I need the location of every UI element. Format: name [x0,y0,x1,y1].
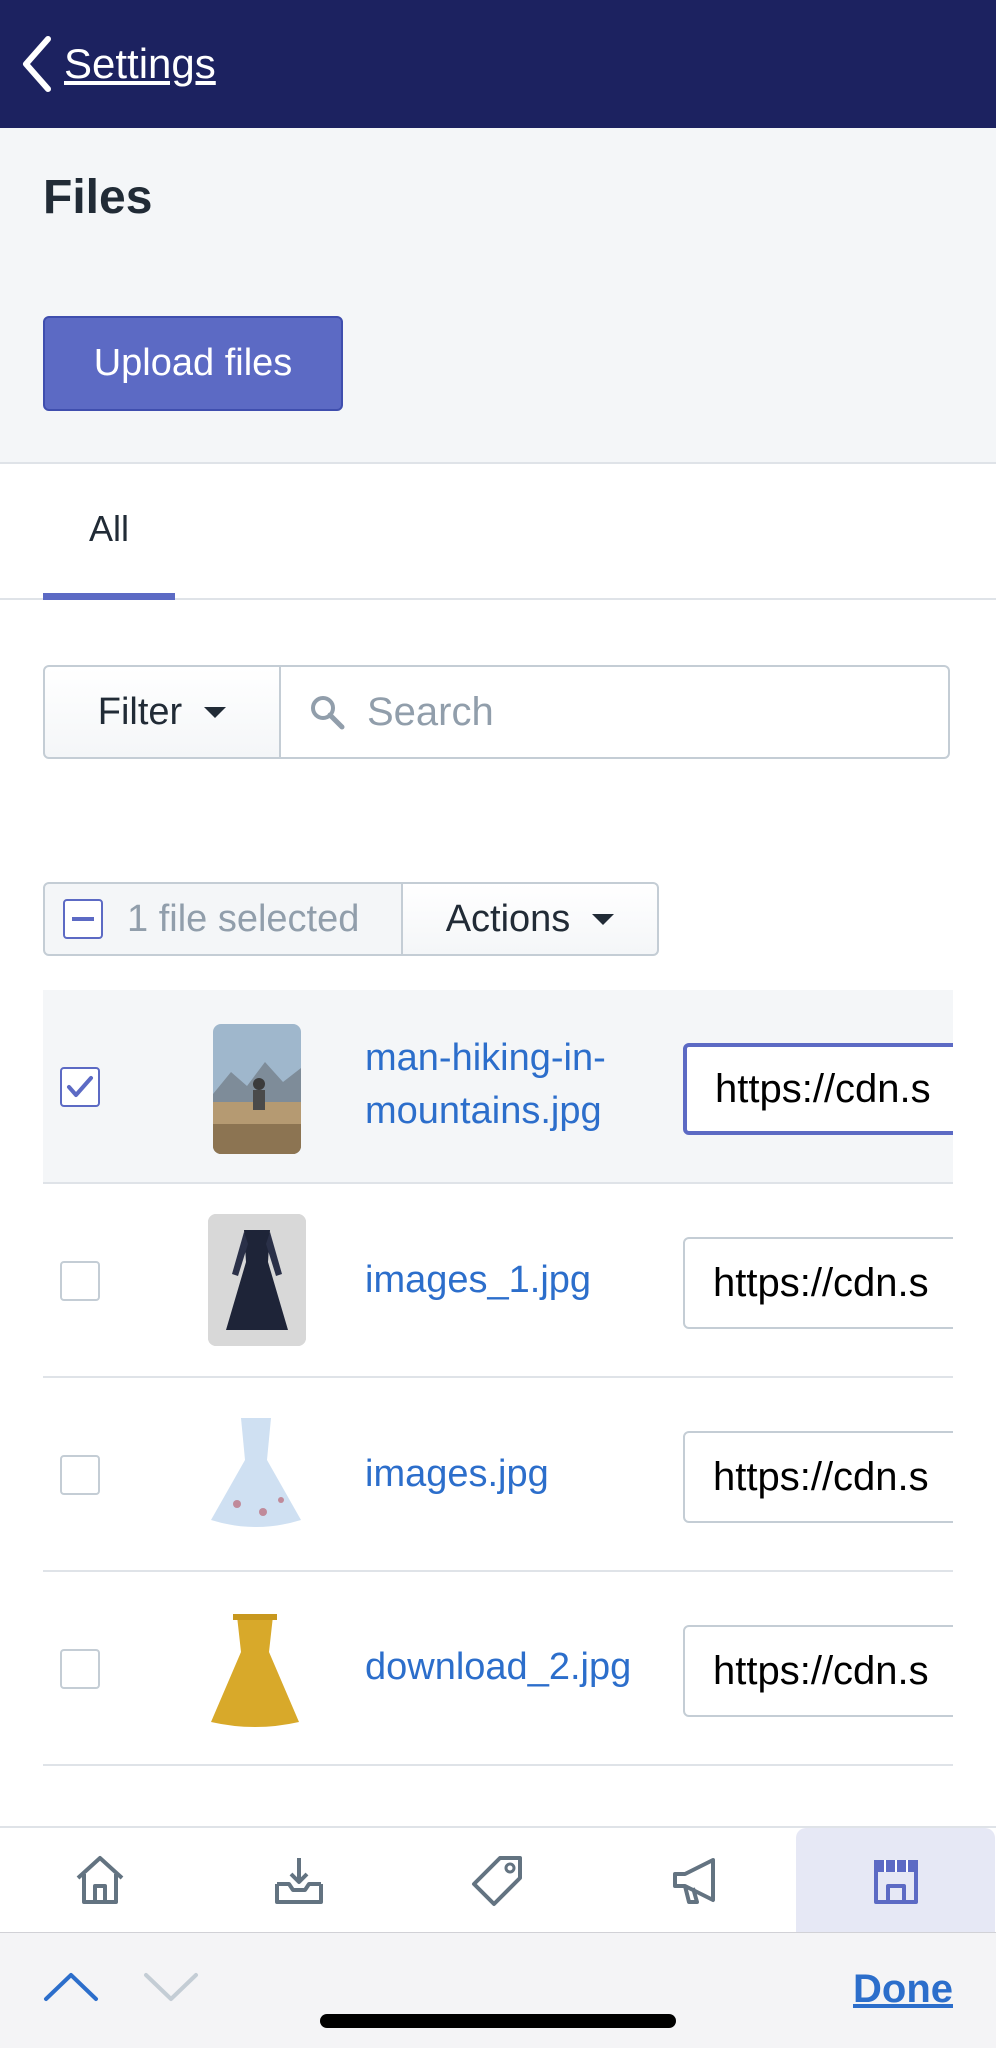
caret-down-icon [204,706,227,718]
navy-dress-thumbnail [208,1214,306,1346]
tabbar-item-store[interactable] [796,1828,995,1932]
home-icon [76,1856,123,1904]
tabbar-item-orders[interactable] [199,1828,398,1932]
file-name-link[interactable]: images_1.jpg [365,1204,635,1356]
caret-down-icon [592,913,615,925]
row-checkbox[interactable] [60,1261,100,1301]
deselect-all-checkbox[interactable] [63,899,103,939]
orders-icon [274,1858,323,1904]
home-indicator [320,2014,676,2028]
bottom-tab-bar [0,1826,996,1932]
row-checkbox[interactable] [60,1649,100,1689]
table-row[interactable]: images.jpg [43,1378,953,1572]
done-button[interactable]: Done [853,1967,953,2012]
chevron-down-icon[interactable] [142,1969,200,2003]
file-name-link[interactable]: download_2.jpg [365,1586,635,1748]
file-url-field[interactable] [683,1625,953,1717]
table-row[interactable]: man-hiking-in-mountains.jpg [43,990,953,1184]
file-name-link[interactable]: man-hiking-in-mountains.jpg [365,1004,635,1166]
photo-thumbnail [213,1024,301,1154]
search-input[interactable] [367,689,927,735]
actions-dropdown[interactable]: Actions [403,882,659,956]
table-row[interactable] [43,1766,953,1825]
filter-button[interactable]: Filter [43,665,281,759]
file-tabs: All [0,464,996,600]
bulk-actions-row: 1 file selected Actions [43,882,659,956]
marketing-icon [672,1858,715,1904]
table-row[interactable]: images_1.jpg [43,1184,953,1378]
page-title: Files [43,171,153,224]
back-to-settings-link[interactable]: Settings [20,35,216,93]
search-field[interactable] [281,665,950,759]
selected-count: 1 file selected [127,897,360,940]
filter-label: Filter [97,690,183,733]
row-checkbox[interactable] [60,1455,100,1495]
back-link-label: Settings [64,40,216,87]
tabbar-item-home[interactable] [0,1828,199,1932]
file-list: man-hiking-in-mountains.jpg images_1.jpg [43,990,953,1825]
file-name-link[interactable]: images.jpg [365,1398,635,1550]
file-url-field[interactable] [683,1043,953,1135]
tabbar-item-products[interactable] [398,1828,597,1932]
yellow-dress-thumbnail [203,1604,307,1734]
tabbar-item-marketing[interactable] [597,1828,796,1932]
table-row[interactable]: download_2.jpg [43,1572,953,1766]
filter-search-row: Filter [43,665,950,759]
file-url-field[interactable] [683,1237,953,1329]
file-url-field[interactable] [683,1431,953,1523]
chevron-up-icon[interactable] [42,1969,100,2003]
search-icon [311,696,345,730]
tab-all[interactable]: All [43,464,175,600]
page-header: Files Upload files [0,128,996,464]
light-blue-dress-thumbnail [201,1408,311,1540]
checkmark-icon [67,1076,93,1097]
top-nav-bar: Settings [0,0,996,128]
row-checkbox[interactable] [60,1067,100,1107]
chevron-left-icon [23,36,51,92]
keyboard-accessory-bar: Done [0,1932,996,2048]
upload-files-button[interactable]: Upload files [43,316,343,411]
actions-label: Actions [445,897,571,940]
bulk-select-toggle[interactable]: 1 file selected [43,882,403,956]
store-icon [873,1860,918,1904]
minus-icon [72,917,94,921]
products-tag-icon [471,1856,522,1906]
